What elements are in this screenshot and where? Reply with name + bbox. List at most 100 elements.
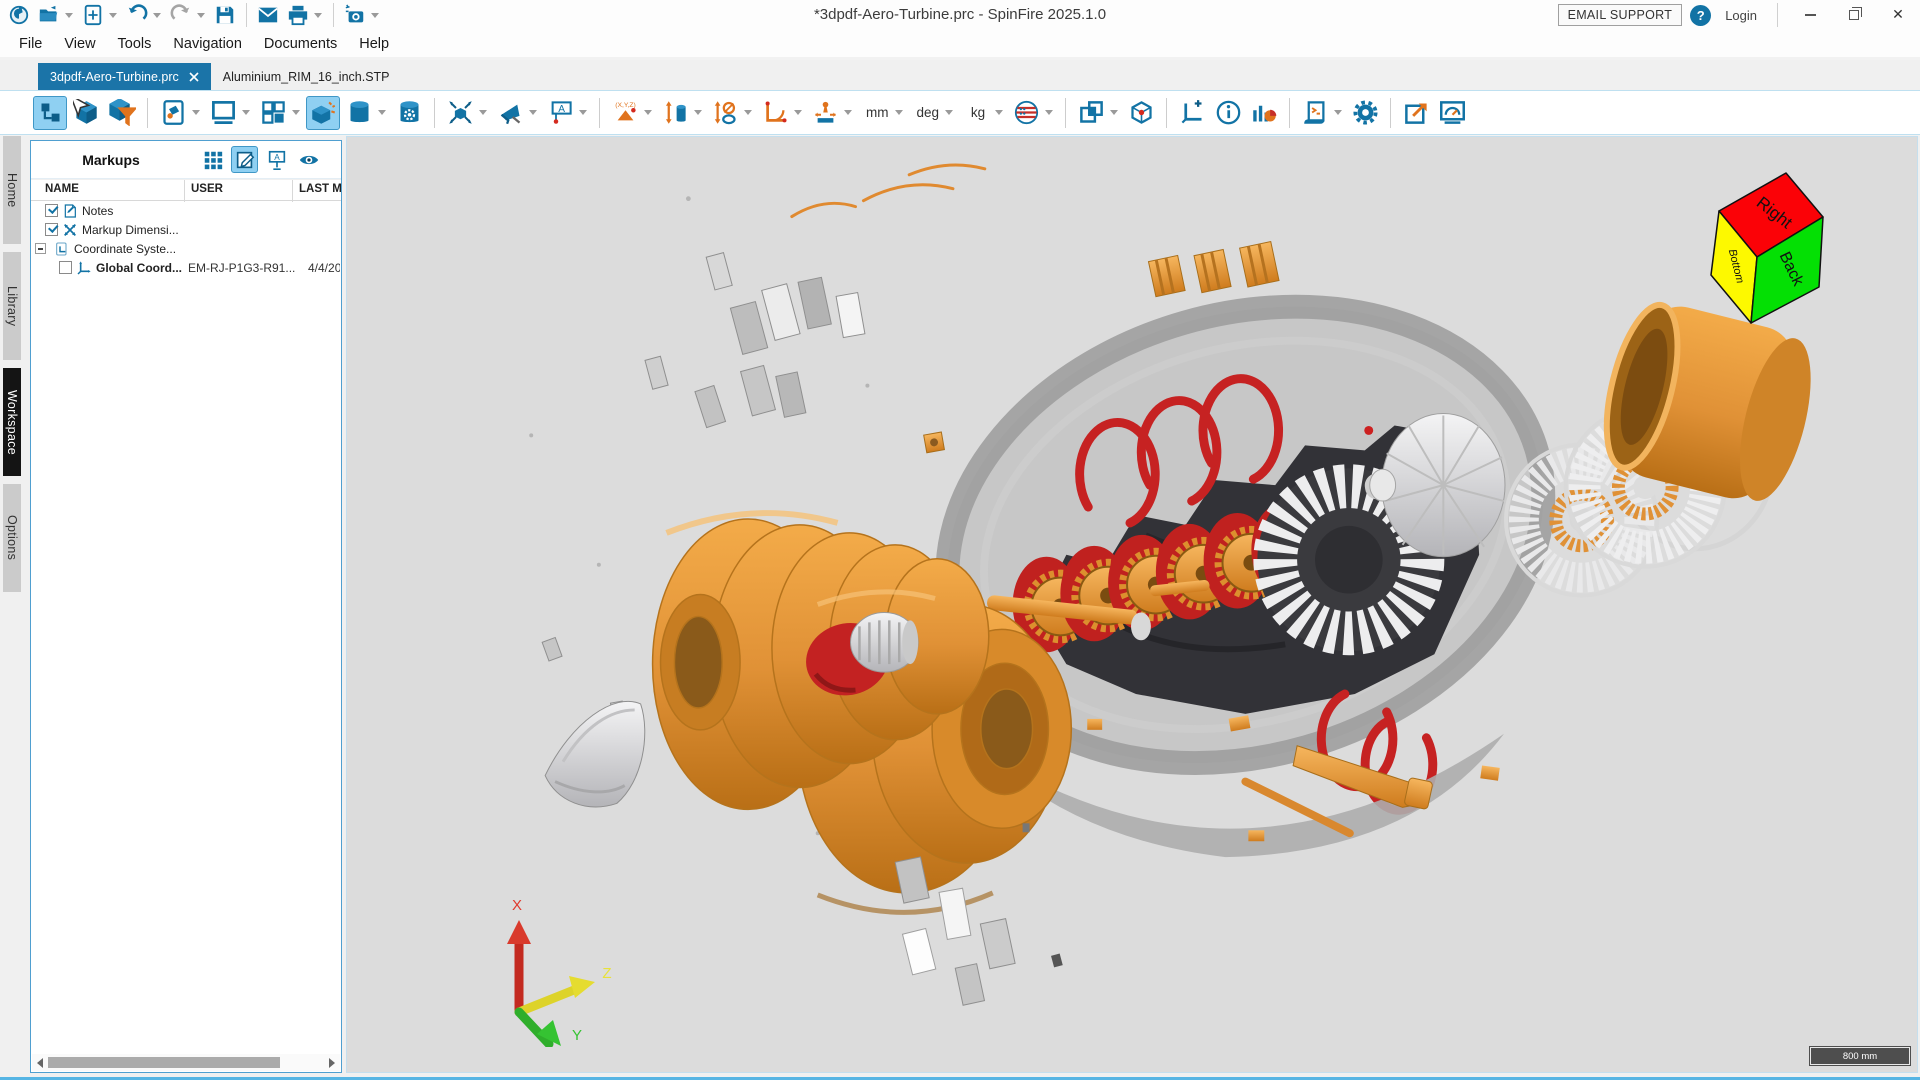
selection-mode-button[interactable] xyxy=(33,96,67,130)
scroll-left-arrow[interactable] xyxy=(37,1058,43,1068)
snapshot-dropdown[interactable] xyxy=(371,13,379,18)
menu-file[interactable]: File xyxy=(8,30,53,57)
new-document-dropdown[interactable] xyxy=(109,13,117,18)
print-dropdown[interactable] xyxy=(314,13,322,18)
explode-parts-dropdown[interactable] xyxy=(479,110,487,115)
settings-button[interactable] xyxy=(1348,96,1382,130)
restore-button[interactable] xyxy=(1836,1,1872,29)
explode-parts-button[interactable] xyxy=(443,96,477,130)
viewport-layout-button[interactable] xyxy=(256,96,290,130)
coordinate-markup-button[interactable] xyxy=(608,96,642,130)
unit-mass-dropdown[interactable]: kg xyxy=(959,96,993,130)
email-button[interactable] xyxy=(253,2,283,28)
add-coordinate-system-button[interactable] xyxy=(1175,96,1209,130)
view-cube[interactable]: Right Bottom Back xyxy=(1691,165,1831,330)
locale-button[interactable] xyxy=(1009,96,1043,130)
script-dropdown[interactable] xyxy=(1334,110,1342,115)
undo-dropdown[interactable] xyxy=(153,13,161,18)
menu-navigation[interactable]: Navigation xyxy=(162,30,253,57)
redo-button[interactable] xyxy=(166,2,196,28)
column-last-modified[interactable]: LAST M xyxy=(299,183,341,195)
measure-distance-button[interactable] xyxy=(658,96,692,130)
filter-parts-button[interactable] xyxy=(105,96,139,130)
scroll-right-arrow[interactable] xyxy=(329,1058,335,1068)
menu-help[interactable]: Help xyxy=(348,30,400,57)
tab-close-icon[interactable] xyxy=(189,72,199,82)
compare-documents-dropdown[interactable] xyxy=(1110,110,1118,115)
rail-tab-home[interactable]: Home xyxy=(3,136,21,244)
markup-edit-mode-button[interactable] xyxy=(231,146,258,173)
view-frame-button[interactable] xyxy=(206,96,240,130)
print-button[interactable] xyxy=(283,2,313,28)
minimize-button[interactable] xyxy=(1792,1,1828,29)
markup-visibility-button[interactable] xyxy=(295,146,322,173)
render-style-button[interactable] xyxy=(156,96,190,130)
global-coordinate-checkbox[interactable] xyxy=(59,261,72,274)
performance-dashboard-button[interactable] xyxy=(1435,96,1469,130)
open-file-button[interactable] xyxy=(34,2,64,28)
scrollbar-thumb[interactable] xyxy=(48,1057,280,1068)
markup-label-button[interactable] xyxy=(263,146,290,173)
label-annotation-dropdown[interactable] xyxy=(579,110,587,115)
markup-note-button[interactable] xyxy=(493,96,527,130)
3d-viewport[interactable]: Right Bottom Back X Y Z 800 mm xyxy=(346,136,1918,1073)
unit-length-dropdown[interactable]: mm xyxy=(858,96,893,130)
snapshot-button[interactable] xyxy=(340,2,370,28)
select-part-button[interactable] xyxy=(69,96,103,130)
menu-documents[interactable]: Documents xyxy=(253,30,348,57)
center-model-button[interactable] xyxy=(1124,96,1158,130)
column-name[interactable]: NAME xyxy=(45,183,79,195)
menu-tools[interactable]: Tools xyxy=(107,30,163,57)
tree-row-global-coordinate[interactable]: Global Coord... EM-RJ-P1G3-R91... 4/4/20… xyxy=(31,258,341,277)
statistics-button[interactable] xyxy=(1247,96,1281,130)
save-button[interactable] xyxy=(210,2,240,28)
rail-tab-library[interactable]: Library xyxy=(3,252,21,360)
render-style-dropdown[interactable] xyxy=(192,110,200,115)
markup-grid-view-button[interactable] xyxy=(199,146,226,173)
help-button[interactable]: ? xyxy=(1690,5,1711,26)
measure-diameter-button[interactable] xyxy=(708,96,742,130)
markup-note-dropdown[interactable] xyxy=(529,110,537,115)
datum-markup-button[interactable] xyxy=(808,96,842,130)
undo-button[interactable] xyxy=(122,2,152,28)
exploded-view-button[interactable] xyxy=(306,96,340,130)
coordinate-markup-dropdown[interactable] xyxy=(644,110,652,115)
login-button[interactable]: Login xyxy=(1719,8,1763,23)
cross-section-dropdown[interactable] xyxy=(378,110,386,115)
model-info-button[interactable] xyxy=(1211,96,1245,130)
cross-section-button[interactable] xyxy=(342,96,376,130)
tab-aluminium-rim[interactable]: Aluminium_RIM_16_inch.STP xyxy=(211,63,402,90)
section-tools-button[interactable] xyxy=(392,96,426,130)
rail-tab-options[interactable]: Options xyxy=(3,484,21,592)
collapse-expander-icon[interactable] xyxy=(35,243,46,254)
unit-mass-arrow[interactable] xyxy=(995,110,1003,115)
compare-documents-button[interactable] xyxy=(1074,96,1108,130)
notes-checkbox[interactable] xyxy=(45,204,58,217)
datum-markup-dropdown[interactable] xyxy=(844,110,852,115)
redo-dropdown[interactable] xyxy=(197,13,205,18)
unit-angle-arrow[interactable] xyxy=(945,110,953,115)
unit-length-arrow[interactable] xyxy=(895,110,903,115)
unit-angle-dropdown[interactable]: deg xyxy=(909,96,944,130)
measure-angle-button[interactable] xyxy=(758,96,792,130)
locale-dropdown[interactable] xyxy=(1045,110,1053,115)
menu-view[interactable]: View xyxy=(53,30,106,57)
tree-row-coordinate-systems[interactable]: Coordinate Syste... xyxy=(31,239,341,258)
column-user[interactable]: USER xyxy=(191,183,223,195)
close-button[interactable]: ✕ xyxy=(1880,1,1916,29)
measure-angle-dropdown[interactable] xyxy=(794,110,802,115)
rail-tab-workspace[interactable]: Workspace xyxy=(3,368,21,476)
panel-horizontal-scrollbar[interactable] xyxy=(32,1054,340,1071)
open-file-dropdown[interactable] xyxy=(65,13,73,18)
markup-dimensions-checkbox[interactable] xyxy=(45,223,58,236)
script-button[interactable] xyxy=(1298,96,1332,130)
email-support-button[interactable]: EMAIL SUPPORT xyxy=(1558,4,1683,26)
tree-row-notes[interactable]: Notes xyxy=(31,201,341,220)
viewport-layout-dropdown[interactable] xyxy=(292,110,300,115)
tree-row-markup-dimensions[interactable]: Markup Dimensi... xyxy=(31,220,341,239)
measure-diameter-dropdown[interactable] xyxy=(744,110,752,115)
external-window-button[interactable] xyxy=(1399,96,1433,130)
tab-3dpdf-aero-turbine[interactable]: 3dpdf-Aero-Turbine.prc xyxy=(38,63,211,90)
measure-distance-dropdown[interactable] xyxy=(694,110,702,115)
new-document-button[interactable] xyxy=(78,2,108,28)
